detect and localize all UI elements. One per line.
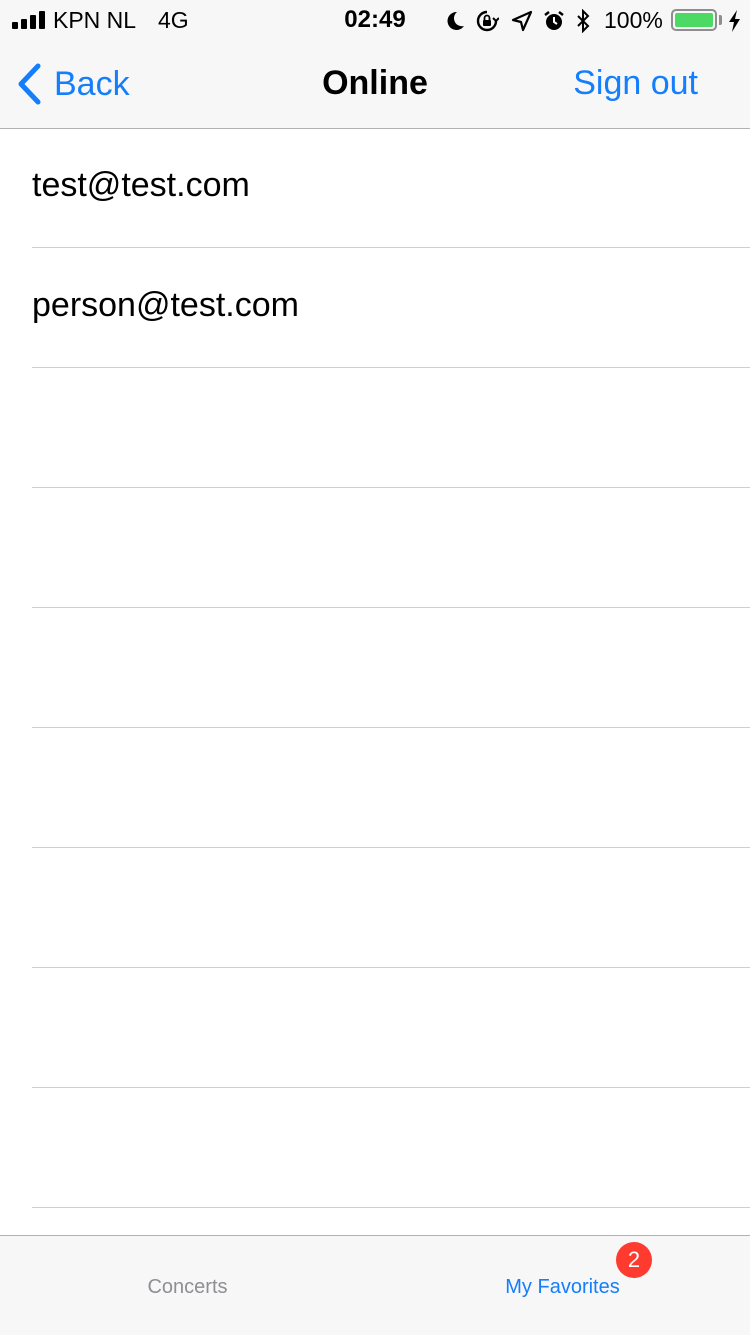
- status-bar: KPN NL 4G 02:49 100%: [0, 0, 750, 40]
- tab-label: My Favorites: [505, 1276, 620, 1298]
- list-item[interactable]: [0, 848, 750, 968]
- list-item[interactable]: [0, 728, 750, 848]
- list-item[interactable]: [0, 368, 750, 488]
- tab-concerts[interactable]: Concerts: [0, 1236, 375, 1335]
- charging-icon: [729, 10, 740, 32]
- tab-my-favorites[interactable]: My Favorites 2: [375, 1236, 750, 1335]
- orientation-lock-icon: [476, 10, 499, 32]
- list-item-label: person@test.com: [32, 286, 299, 324]
- battery-icon: [671, 9, 717, 31]
- sign-out-button[interactable]: Sign out: [573, 64, 698, 103]
- alarm-icon: [544, 11, 564, 30]
- list-item[interactable]: [0, 968, 750, 1088]
- battery-tip: [719, 15, 722, 25]
- list-item[interactable]: [0, 488, 750, 608]
- navigation-bar: Back Online Sign out: [0, 40, 750, 129]
- tab-bar: Concerts My Favorites 2: [0, 1235, 750, 1335]
- tab-label: Concerts: [147, 1276, 228, 1298]
- list-item[interactable]: [0, 1088, 750, 1208]
- list-item-label: test@test.com: [32, 166, 250, 204]
- list-item[interactable]: [0, 608, 750, 728]
- status-icons: [443, 9, 603, 33]
- list-item[interactable]: person@test.com: [0, 248, 750, 368]
- online-users-list: test@test.com person@test.com: [0, 128, 750, 1234]
- bluetooth-icon: [577, 9, 590, 33]
- list-item[interactable]: test@test.com: [0, 128, 750, 248]
- list-item[interactable]: [0, 1208, 750, 1234]
- moon-icon: [447, 11, 464, 30]
- location-icon: [511, 10, 533, 32]
- battery-percent: 100%: [604, 7, 663, 33]
- favorites-count-badge: 2: [616, 1242, 652, 1278]
- battery-level: [675, 13, 713, 27]
